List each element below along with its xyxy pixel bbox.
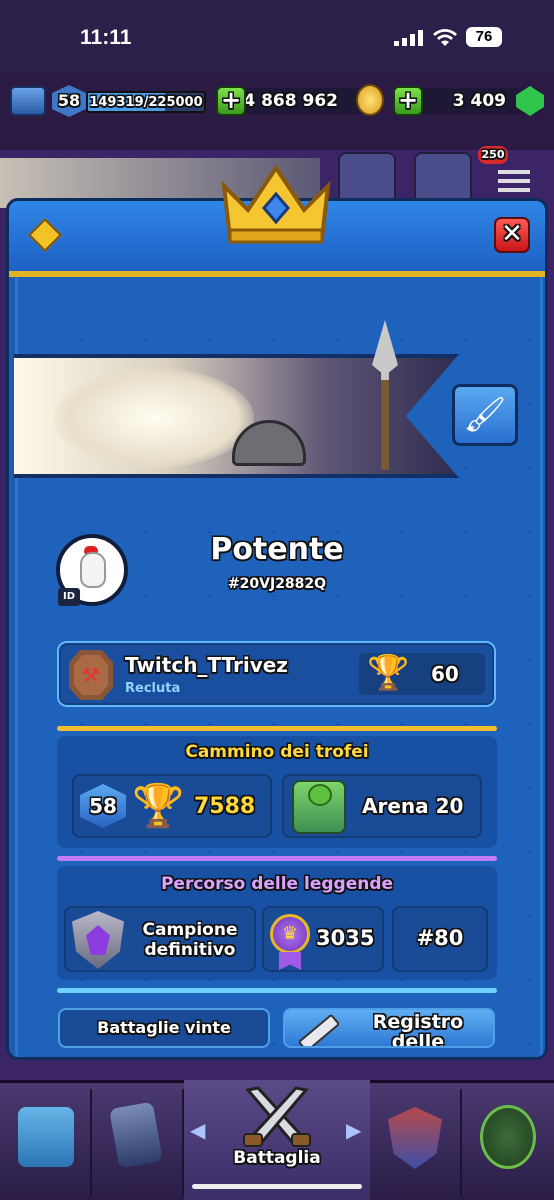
notification-badge: 250 — [478, 146, 508, 164]
crown-icon — [221, 164, 331, 244]
player-name: Potente — [210, 532, 344, 567]
league-card[interactable]: Campione definitivo — [64, 906, 256, 972]
level-badge: 58 — [52, 85, 86, 117]
tab-battle[interactable] — [184, 1080, 370, 1200]
treasure-chest-icon — [18, 1107, 74, 1167]
resource-bar: 149319/225000 58 4 868 962 + 3 409 + — [0, 78, 554, 126]
trophy-road-card[interactable]: 58 🏆 7588 — [72, 774, 272, 838]
crossed-swords-icon — [243, 1086, 311, 1147]
player-tag[interactable]: #20VJ2882Q — [150, 576, 404, 592]
clan-trophy-icon: 🏆 — [367, 653, 410, 693]
trophy-road-title: Cammino dei trofei — [185, 742, 369, 762]
id-badge[interactable]: ID — [58, 588, 80, 606]
menu-icon[interactable] — [498, 170, 530, 192]
cards-icon — [109, 1101, 163, 1169]
nav-left-arrow-icon[interactable]: ◀ — [190, 1118, 205, 1142]
medal-ribbon-icon — [279, 952, 301, 970]
battles-won-label: Battaglie vinte — [97, 1018, 231, 1037]
league-name: Campione definitivo — [142, 920, 238, 960]
signal-icon — [394, 30, 423, 46]
gold-coin-icon — [356, 84, 384, 116]
clan-shield-icon — [388, 1107, 442, 1169]
xp-text: 149319/225000 — [89, 95, 203, 110]
edit-banner-button[interactable]: 🖌 — [452, 384, 518, 446]
arena-icon — [292, 780, 346, 834]
stats-divider — [57, 988, 497, 993]
arena-tree-graphic — [308, 784, 332, 806]
tab-events[interactable] — [462, 1089, 554, 1197]
battery-icon: 76 — [466, 27, 502, 47]
trophy-count: 7588 — [194, 794, 256, 819]
battles-won-card: Battaglie vinte — [58, 1008, 270, 1048]
paintbrush-icon: 🖌 — [463, 395, 507, 435]
legend-rating: 3035 — [316, 926, 375, 950]
trophy-icon: 🏆 — [132, 781, 185, 830]
legends-divider — [57, 856, 497, 861]
clock: 11:11 — [80, 26, 132, 49]
status-bar: 11:11 76 — [0, 0, 554, 72]
battle-log-button[interactable]: Registro delle — [283, 1008, 495, 1048]
wifi-icon — [433, 29, 457, 46]
tab-battle-label: Battaglia — [233, 1148, 321, 1168]
laurel-icon — [480, 1105, 536, 1169]
add-gold-button[interactable]: + — [216, 86, 246, 116]
rank-card[interactable]: #80 — [392, 906, 488, 972]
battle-log-label: Registro delle — [372, 1011, 464, 1048]
sword-icon — [297, 1013, 341, 1046]
add-gems-button[interactable]: + — [393, 86, 423, 116]
tab-clan[interactable] — [370, 1089, 462, 1197]
medal-icon: ♛ — [270, 914, 310, 954]
clan-row[interactable]: ⚒ Twitch_TTrivez Recluta 🏆 60 — [57, 641, 496, 707]
clan-badge-icon: ⚒ — [69, 650, 113, 700]
king-icon[interactable] — [10, 86, 46, 116]
crystal-icon — [86, 925, 110, 955]
diamond-icon — [28, 218, 62, 252]
arena-card[interactable]: Arena 20 — [282, 774, 482, 838]
chicken-icon — [80, 552, 106, 588]
king-level-badge: 58 — [80, 784, 126, 828]
home-indicator[interactable] — [192, 1184, 362, 1189]
clan-role: Recluta — [125, 681, 181, 696]
arena-name: Arena 20 — [362, 794, 464, 818]
clan-trophies: 60 — [431, 662, 459, 686]
moon-graphic — [54, 368, 254, 468]
clan-name: Twitch_TTrivez — [125, 653, 288, 677]
gold-amount: 4 868 962 — [232, 88, 372, 114]
xp-bar: 149319/225000 — [86, 91, 206, 113]
rating-card[interactable]: ♛ 3035 — [262, 906, 384, 972]
close-button[interactable]: ✕ — [494, 217, 530, 253]
legend-rank: #80 — [416, 926, 464, 950]
legends-title: Percorso delle leggende — [160, 874, 394, 894]
trophy-road-divider — [57, 726, 497, 731]
league-shield-icon — [72, 911, 124, 969]
nav-right-arrow-icon[interactable]: ▶ — [346, 1118, 361, 1142]
tab-shop[interactable] — [0, 1089, 92, 1197]
hammer-icon: ⚒ — [74, 655, 108, 695]
tab-cards[interactable] — [92, 1089, 184, 1197]
